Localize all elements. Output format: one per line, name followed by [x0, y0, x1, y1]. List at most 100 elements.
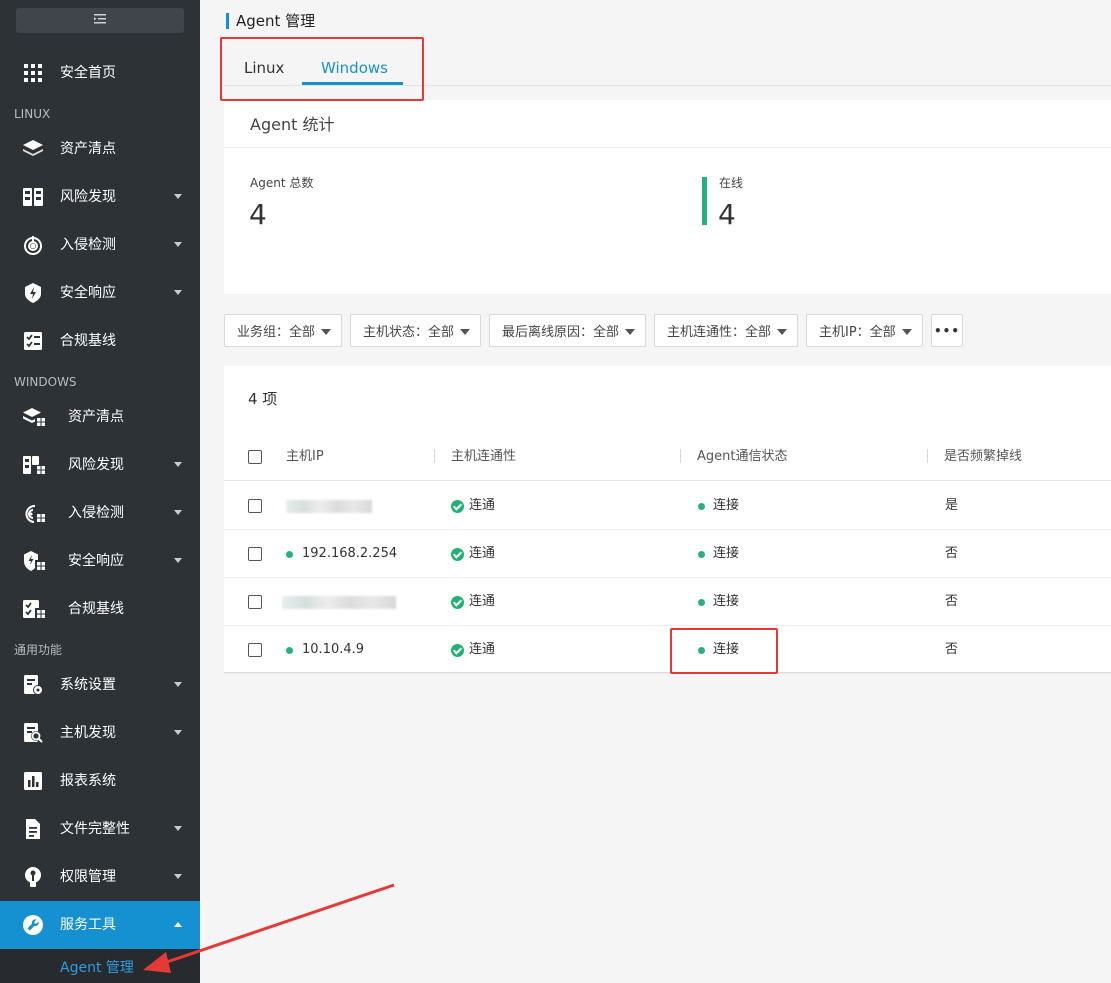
filter-business-group[interactable]: 业务组：全部 [224, 314, 342, 347]
row-checkbox[interactable] [248, 595, 262, 609]
sidebar-item-label: 资产清点 [68, 409, 124, 425]
sidebar-item-linux-intrusion[interactable]: 入侵检测 [0, 221, 200, 269]
sidebar-item-host-discovery[interactable]: 主机发现 [0, 709, 200, 757]
sidebar-item-file-integrity[interactable]: 文件完整性 [0, 805, 200, 853]
filter-label: 主机状态：全部 [363, 325, 455, 340]
radar-windows-icon [22, 502, 45, 524]
sidebar-item-service-tools[interactable]: 服务工具 [0, 901, 200, 949]
filter-host-connectivity[interactable]: 主机连通性：全部 [654, 314, 798, 347]
column-header-frequent-drop[interactable]: 是否频繁掉线 [944, 448, 1022, 466]
redacted-ip [286, 500, 372, 513]
table-row[interactable]: 连通 连接 是 [224, 482, 1111, 530]
table-header: 主机IP 主机连通性 Agent通信状态 是否频繁掉线 [224, 434, 1111, 481]
caret-down-icon [902, 329, 912, 335]
layers-icon [22, 138, 44, 160]
sidebar-item-reports[interactable]: 报表系统 [0, 757, 200, 805]
sidebar-item-label: 安全首页 [60, 65, 116, 81]
divider [224, 147, 1111, 148]
table-row[interactable]: 192.168.2.254 连通 连接 否 [224, 530, 1111, 578]
redacted-ip [282, 596, 396, 609]
layers-windows-icon [22, 406, 45, 428]
filter-host-ip[interactable]: 主机IP：全部 [806, 314, 923, 347]
sidebar-item-label: 安全响应 [60, 285, 116, 301]
chevron-down-icon [174, 194, 182, 199]
online-indicator-bar [702, 177, 707, 225]
frequent-drop-value: 否 [945, 546, 959, 561]
select-all-checkbox[interactable] [248, 450, 262, 464]
sidebar-item-windows-assets[interactable]: 资产清点 [0, 393, 200, 441]
agent-table: 4 项 主机IP 主机连通性 Agent通信状态 是否频繁掉线 连通 连接 是 … [224, 366, 1111, 674]
column-header-host-ip[interactable]: 主机IP [286, 448, 324, 466]
sidebar-item-linux-assets[interactable]: 资产清点 [0, 125, 200, 173]
sidebar-item-label: 入侵检测 [60, 237, 116, 253]
chevron-down-icon [174, 510, 182, 515]
shield-windows-icon [22, 550, 45, 572]
column-header-connectivity[interactable]: 主机连通性 [451, 448, 516, 466]
frequent-drop-value: 是 [945, 498, 959, 513]
table-row[interactable]: 10.10.4.9 连通 连接 否 [224, 626, 1111, 674]
host-ip-value[interactable]: 10.10.4.9 [302, 641, 364, 659]
key-icon [22, 866, 44, 888]
sidebar-item-label: 风险发现 [68, 457, 124, 473]
filter-label: 主机IP：全部 [819, 325, 896, 340]
more-icon: ••• [933, 323, 960, 338]
shield-bolt-icon [22, 282, 44, 304]
sidebar-item-permissions[interactable]: 权限管理 [0, 853, 200, 901]
row-checkbox[interactable] [248, 643, 262, 657]
stat-total-label: Agent 总数 [250, 176, 314, 190]
sidebar-item-windows-response[interactable]: 安全响应 [0, 537, 200, 585]
sidebar-item-label: 合规基线 [68, 601, 124, 617]
caret-down-icon [460, 329, 470, 335]
sidebar-item-linux-response[interactable]: 安全响应 [0, 269, 200, 317]
sidebar-collapse-button[interactable] [16, 8, 184, 33]
column-separator [927, 449, 928, 463]
connectivity-value: 连通 [469, 498, 496, 513]
sidebar-item-label: 安全响应 [68, 553, 124, 569]
table-row[interactable]: 连通 连接 否 [224, 578, 1111, 626]
radar-icon [22, 234, 44, 256]
sidebar-item-linux-risk[interactable]: 风险发现 [0, 173, 200, 221]
sidebar-item-label: 资产清点 [60, 141, 116, 157]
status-dot-icon [698, 551, 705, 558]
check-circle-icon [451, 644, 464, 657]
settings-doc-icon [22, 674, 44, 696]
column-separator [680, 449, 681, 463]
chevron-down-icon [174, 826, 182, 831]
column-header-agent-status[interactable]: Agent通信状态 [697, 448, 787, 466]
file-icon [22, 818, 44, 840]
status-dot-icon [698, 599, 705, 606]
sidebar-item-home[interactable]: 安全首页 [0, 49, 200, 97]
sidebar-item-system-settings[interactable]: 系统设置 [0, 661, 200, 709]
sidebar-item-label: 风险发现 [60, 189, 116, 205]
grid-icon [22, 62, 44, 84]
checklist-icon [22, 330, 44, 352]
row-checkbox[interactable] [248, 547, 262, 561]
sidebar-item-windows-baseline[interactable]: 合规基线 [0, 585, 200, 633]
agent-status-value: 连接 [713, 594, 740, 609]
chevron-down-icon [174, 730, 182, 735]
section-title-general: 通用功能 [14, 643, 63, 657]
stat-total-value: 4 [249, 198, 267, 231]
connectivity-value: 连通 [469, 594, 496, 609]
sidebar: 安全首页 LINUX 资产清点 风险发现 入侵检测 安全响应 合规基线 WIND [0, 0, 200, 983]
sidebar-item-windows-risk[interactable]: 风险发现 [0, 441, 200, 489]
filter-last-offline-reason[interactable]: 最后离线原因：全部 [489, 314, 646, 347]
check-circle-icon [451, 596, 464, 609]
chevron-down-icon [174, 874, 182, 879]
agent-status-value: 连接 [713, 498, 740, 513]
annotation-highlight-tabs [220, 37, 424, 101]
row-checkbox[interactable] [248, 499, 262, 513]
sidebar-item-windows-intrusion[interactable]: 入侵检测 [0, 489, 200, 537]
chevron-down-icon [174, 682, 182, 687]
filter-host-status[interactable]: 主机状态：全部 [350, 314, 481, 347]
host-ip-value[interactable]: 192.168.2.254 [302, 545, 397, 563]
filter-label: 主机连通性：全部 [667, 325, 772, 340]
sidebar-item-linux-baseline[interactable]: 合规基线 [0, 317, 200, 365]
sidebar-item-label: 入侵检测 [68, 505, 124, 521]
sidebar-subitem-agent-management[interactable]: Agent 管理 [0, 949, 200, 983]
wrench-icon [22, 914, 44, 936]
sidebar-subitem-label: Agent 管理 [60, 960, 134, 976]
more-filters-button[interactable]: ••• [931, 314, 963, 347]
connectivity-value: 连通 [469, 642, 496, 657]
agent-status-value: 连接 [713, 546, 740, 561]
